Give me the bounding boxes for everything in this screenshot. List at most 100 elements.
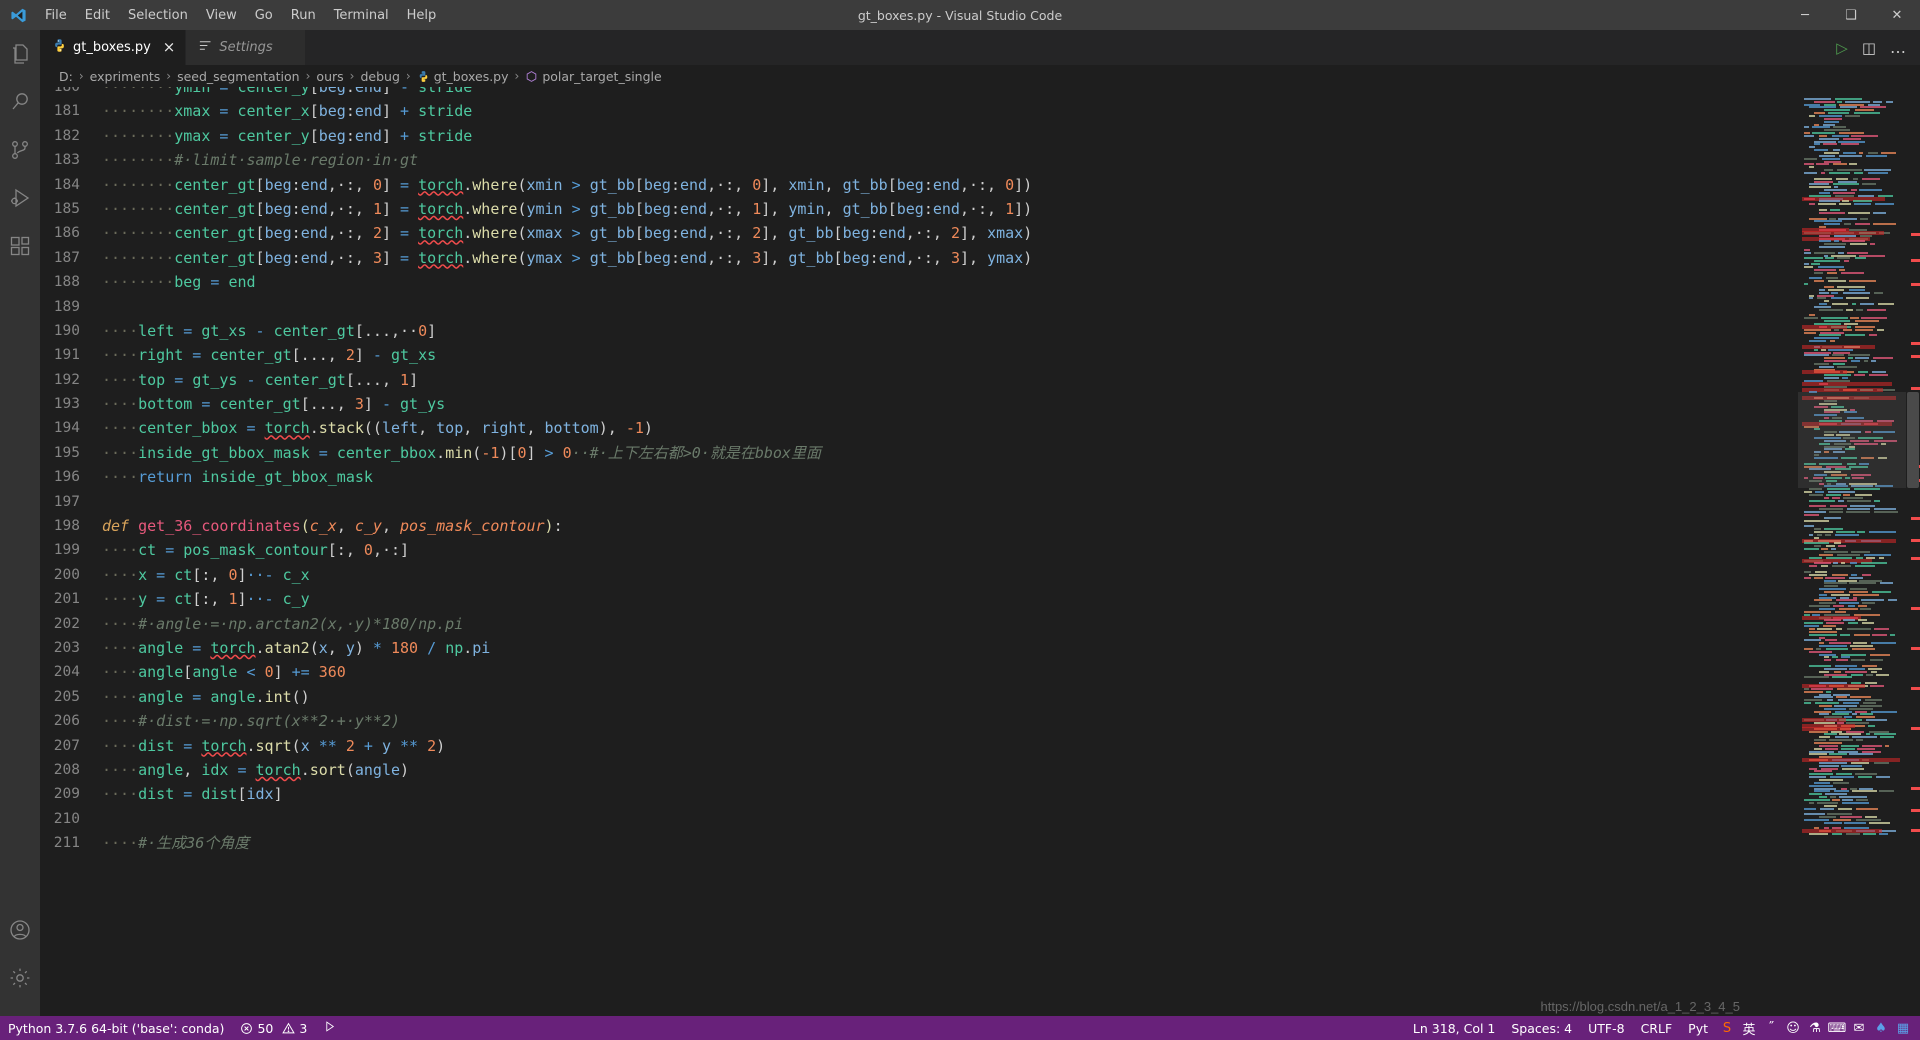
code-line-text[interactable]: ····#·生成36个角度 (102, 831, 1798, 855)
code-line-text[interactable]: ········center_gt[beg:end,·:, 3] = torch… (102, 246, 1798, 270)
run-code-status[interactable] (315, 1016, 344, 1040)
maximize-button[interactable]: ❑ (1828, 0, 1874, 30)
breadcrumb-item-debug[interactable]: debug (360, 69, 399, 84)
vertical-scrollbar[interactable] (1906, 87, 1920, 1016)
tab-gt-boxes-py[interactable]: gt_boxes.py × (40, 30, 186, 65)
split-editor-icon[interactable]: ◫ (1862, 39, 1876, 57)
code-line-text[interactable]: ····x = ct[:, 0]··- c_x (102, 563, 1798, 587)
minimize-button[interactable]: ─ (1782, 0, 1828, 30)
language-mode-status[interactable]: Pyt (1680, 1016, 1716, 1040)
editor-position-status[interactable]: Ln 318, Col 1 (1405, 1016, 1503, 1040)
code-line[interactable]: 204····angle[angle < 0] += 360 (40, 660, 1798, 684)
code-line[interactable]: 187········center_gt[beg:end,·:, 3] = to… (40, 246, 1798, 270)
scrollbar-thumb[interactable] (1907, 392, 1919, 488)
code-line[interactable]: 180········ymin = center_y[beg:end] - st… (40, 87, 1798, 99)
code-line[interactable]: 183········#·limit·sample·region·in·gt (40, 148, 1798, 172)
ime-tray[interactable]: S英˝☺⚗⌨✉♠▦ (1716, 1016, 1920, 1040)
breadcrumb-item-ours[interactable]: ours (316, 69, 343, 84)
run-debug-icon[interactable] (0, 174, 40, 222)
menu-selection[interactable]: Selection (119, 0, 197, 30)
menu-go[interactable]: Go (246, 0, 282, 30)
minimap[interactable] (1798, 87, 1906, 1016)
code-line[interactable]: 208····angle, idx = torch.sort(angle) (40, 758, 1798, 782)
ime-tray-icon[interactable]: ˝ (1760, 1016, 1782, 1040)
ime-tray-icon[interactable]: ▦ (1892, 1016, 1914, 1040)
code-line[interactable]: 186········center_gt[beg:end,·:, 2] = to… (40, 221, 1798, 245)
code-line[interactable]: 181········xmax = center_x[beg:end] + st… (40, 99, 1798, 123)
code-line[interactable]: 194····center_bbox = torch.stack((left, … (40, 416, 1798, 440)
encoding-status[interactable]: UTF-8 (1580, 1016, 1632, 1040)
breadcrumb-item-seed-segmentation[interactable]: seed_segmentation (177, 69, 300, 84)
code-line[interactable]: 201····y = ct[:, 1]··- c_y (40, 587, 1798, 611)
account-icon[interactable] (0, 906, 40, 954)
code-line-text[interactable]: def get_36_coordinates(c_x, c_y, pos_mas… (102, 514, 1798, 538)
eol-status[interactable]: CRLF (1633, 1016, 1681, 1040)
code-line-text[interactable]: ····angle[angle < 0] += 360 (102, 660, 1798, 684)
tab-settings[interactable]: Settings (186, 30, 306, 65)
breadcrumb-item-drive[interactable]: D: (59, 69, 73, 84)
minimap-slider[interactable] (1798, 392, 1906, 488)
menu-edit[interactable]: Edit (76, 0, 119, 30)
code-line-text[interactable]: ········#·limit·sample·region·in·gt (102, 148, 1798, 172)
code-line-text[interactable]: ····angle = angle.int() (102, 685, 1798, 709)
ime-tray-icon[interactable]: ⚗ (1804, 1016, 1826, 1040)
code-line[interactable]: 206····#·dist·=·np.sqrt(x**2·+·y**2) (40, 709, 1798, 733)
code-line-text[interactable]: ····dist = dist[idx] (102, 782, 1798, 806)
ime-tray-icon[interactable]: ⌨ (1826, 1016, 1848, 1040)
code-line-text[interactable]: ····center_bbox = torch.stack((left, top… (102, 416, 1798, 440)
code-line-text[interactable]: ········xmax = center_x[beg:end] + strid… (102, 99, 1798, 123)
ime-tray-icon[interactable]: ☺ (1782, 1016, 1804, 1040)
code-line-text[interactable]: ····right = center_gt[..., 2] - gt_xs (102, 343, 1798, 367)
code-line[interactable]: 190····left = gt_xs - center_gt[...,··0] (40, 319, 1798, 343)
code-line[interactable]: 205····angle = angle.int() (40, 685, 1798, 709)
code-line-text[interactable]: ········ymax = center_y[beg:end] + strid… (102, 124, 1798, 148)
code-line[interactable]: 184········center_gt[beg:end,·:, 0] = to… (40, 173, 1798, 197)
more-actions-icon[interactable]: … (1890, 38, 1906, 57)
ime-tray-icon[interactable]: 英 (1738, 1016, 1760, 1040)
code-lines[interactable]: 180········ymin = center_y[beg:end] - st… (40, 87, 1798, 856)
ime-tray-icon[interactable]: ✉ (1848, 1016, 1870, 1040)
code-line[interactable]: 193····bottom = center_gt[..., 3] - gt_y… (40, 392, 1798, 416)
menu-file[interactable]: File (36, 0, 76, 30)
python-interpreter-status[interactable]: Python 3.7.6 64-bit ('base': conda) (0, 1016, 232, 1040)
code-editor[interactable]: 180········ymin = center_y[beg:end] - st… (40, 87, 1920, 1016)
code-line-text[interactable]: ····y = ct[:, 1]··- c_y (102, 587, 1798, 611)
ime-tray-icon[interactable]: ♠ (1870, 1016, 1892, 1040)
code-line-text[interactable]: ····angle, idx = torch.sort(angle) (102, 758, 1798, 782)
files-icon[interactable] (0, 30, 40, 78)
code-line[interactable]: 189 (40, 295, 1798, 319)
code-line[interactable]: 209····dist = dist[idx] (40, 782, 1798, 806)
search-icon[interactable] (0, 78, 40, 126)
menu-terminal[interactable]: Terminal (325, 0, 398, 30)
breadcrumb-item-symbol[interactable]: polar_target_single (525, 69, 661, 84)
code-line[interactable]: 202····#·angle·=·np.arctan2(x,·y)*180/np… (40, 612, 1798, 636)
code-line-text[interactable]: ····left = gt_xs - center_gt[...,··0] (102, 319, 1798, 343)
code-line-text[interactable]: ····inside_gt_bbox_mask = center_bbox.mi… (102, 441, 1798, 465)
breadcrumb-item-file[interactable]: gt_boxes.py (417, 69, 509, 84)
code-line[interactable]: 182········ymax = center_y[beg:end] + st… (40, 124, 1798, 148)
code-line[interactable]: 198def get_36_coordinates(c_x, c_y, pos_… (40, 514, 1798, 538)
code-line[interactable]: 195····inside_gt_bbox_mask = center_bbox… (40, 441, 1798, 465)
code-line-text[interactable]: ········beg = end (102, 270, 1798, 294)
menu-bar[interactable]: File Edit Selection View Go Run Terminal… (36, 0, 445, 30)
code-line[interactable]: 210 (40, 807, 1798, 831)
gear-icon[interactable] (0, 954, 40, 1002)
code-line-text[interactable]: ····angle = torch.atan2(x, y) * 180 / np… (102, 636, 1798, 660)
code-line-text[interactable]: ········ymin = center_y[beg:end] - strid… (102, 87, 1798, 99)
menu-view[interactable]: View (197, 0, 246, 30)
code-line[interactable]: 200····x = ct[:, 0]··- c_x (40, 563, 1798, 587)
code-line[interactable]: 203····angle = torch.atan2(x, y) * 180 /… (40, 636, 1798, 660)
code-line[interactable]: 196····return inside_gt_bbox_mask (40, 465, 1798, 489)
problems-status[interactable]: 50 3 (232, 1016, 315, 1040)
code-line-text[interactable]: ····#·dist·=·np.sqrt(x**2·+·y**2) (102, 709, 1798, 733)
close-button[interactable]: ✕ (1874, 0, 1920, 30)
code-line-text[interactable]: ····top = gt_ys - center_gt[..., 1] (102, 368, 1798, 392)
code-line-text[interactable]: ····ct = pos_mask_contour[:, 0,·:] (102, 538, 1798, 562)
menu-help[interactable]: Help (398, 0, 446, 30)
code-line[interactable]: 188········beg = end (40, 270, 1798, 294)
code-line[interactable]: 185········center_gt[beg:end,·:, 1] = to… (40, 197, 1798, 221)
indentation-status[interactable]: Spaces: 4 (1503, 1016, 1580, 1040)
code-line-text[interactable]: ········center_gt[beg:end,·:, 1] = torch… (102, 197, 1798, 221)
ime-tray-icon[interactable]: S (1716, 1016, 1738, 1040)
code-line-text[interactable]: ····#·angle·=·np.arctan2(x,·y)*180/np.pi (102, 612, 1798, 636)
